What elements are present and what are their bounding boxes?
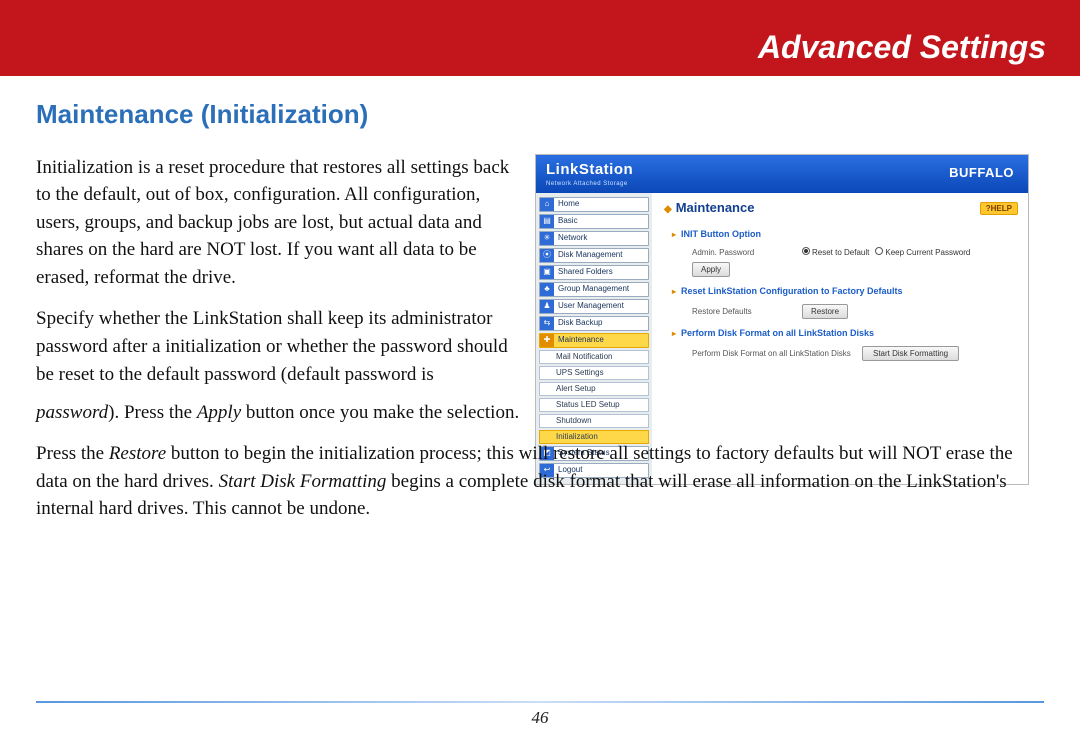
brand-logo: LinkStation Network Attached Storage xyxy=(546,159,633,188)
nav-shared[interactable]: ▣Shared Folders xyxy=(539,265,649,280)
footer-rule xyxy=(36,701,1044,703)
admin-password-label: Admin. Password xyxy=(692,247,802,259)
section-disk-format: Perform Disk Format on all LinkStation D… xyxy=(672,327,1018,340)
nav-shutdown[interactable]: Shutdown xyxy=(539,414,649,428)
nav-led[interactable]: Status LED Setup xyxy=(539,398,649,412)
home-icon: ⌂ xyxy=(540,198,554,211)
nav-network[interactable]: ✳Network xyxy=(539,231,649,246)
restore-button[interactable]: Restore xyxy=(802,304,848,319)
nav-mail[interactable]: Mail Notification xyxy=(539,350,649,364)
panel-title: ◆Maintenance xyxy=(664,199,754,218)
nav-alert[interactable]: Alert Setup xyxy=(539,382,649,396)
nav-user[interactable]: ♟User Management xyxy=(539,299,649,314)
doc-icon: ▤ xyxy=(540,215,554,228)
nav-basic[interactable]: ▤Basic xyxy=(539,214,649,229)
maker-logo: BUFFALO xyxy=(949,164,1014,183)
nav-group[interactable]: ♣Group Management xyxy=(539,282,649,297)
restore-defaults-label: Restore Defaults xyxy=(692,306,802,318)
nav-backup[interactable]: ⇆Disk Backup xyxy=(539,316,649,331)
apply-button[interactable]: Apply xyxy=(692,262,730,277)
backup-icon: ⇆ xyxy=(540,317,554,330)
nav-maintenance[interactable]: ✚Maintenance xyxy=(539,333,649,348)
para-1: Initialization is a reset procedure that… xyxy=(36,154,511,292)
network-icon: ✳ xyxy=(540,232,554,245)
format-label: Perform Disk Format on all LinkStation D… xyxy=(692,348,862,360)
group-icon: ♣ xyxy=(540,283,554,296)
nav-ups[interactable]: UPS Settings xyxy=(539,366,649,380)
help-button[interactable]: ?HELP xyxy=(980,202,1018,215)
wrench-icon: ✚ xyxy=(540,334,554,347)
para-3: Press the Restore button to begin the in… xyxy=(36,440,1044,523)
disk-icon: ⦿ xyxy=(540,249,554,262)
page-number: 46 xyxy=(0,706,1080,731)
user-icon: ♟ xyxy=(540,300,554,313)
para-2: Specify whether the LinkStation shall ke… xyxy=(36,305,511,388)
section-title: Maintenance (Initialization) xyxy=(36,96,1044,134)
linkstation-screenshot: LinkStation Network Attached Storage BUF… xyxy=(535,154,1029,485)
start-format-button[interactable]: Start Disk Formatting xyxy=(862,346,959,361)
section-reset-config: Reset LinkStation Configuration to Facto… xyxy=(672,285,1018,298)
folder-icon: ▣ xyxy=(540,266,554,279)
nav-disk[interactable]: ⦿Disk Management xyxy=(539,248,649,263)
radio-reset[interactable]: Reset to Default xyxy=(802,247,869,259)
page-header: Advanced Settings xyxy=(758,24,1046,70)
nav-home[interactable]: ⌂Home xyxy=(539,197,649,212)
section-init-option: INIT Button Option xyxy=(672,228,1018,241)
header-band: Advanced Settings xyxy=(0,18,1080,76)
radio-keep[interactable]: Keep Current Password xyxy=(875,247,970,259)
